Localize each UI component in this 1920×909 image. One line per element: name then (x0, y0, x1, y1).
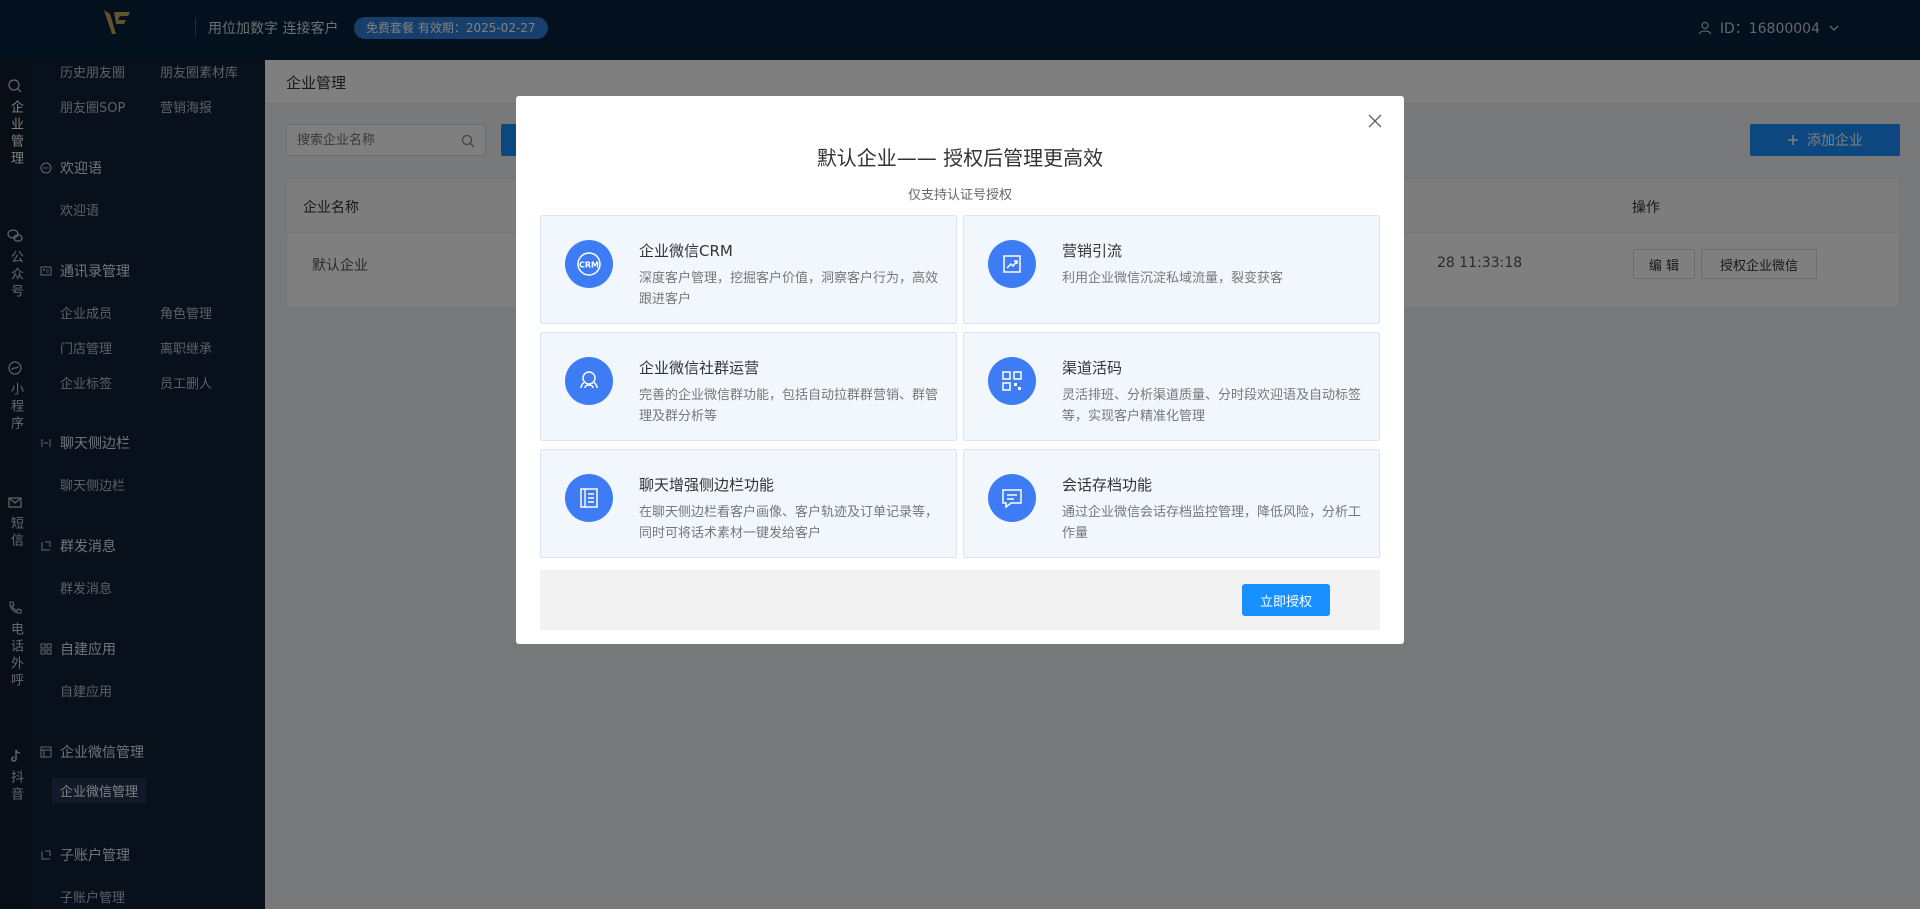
feature-card-crm: CRM 企业微信CRM 深度客户管理，挖掘客户价值，洞察客户行为，高效跟进客户 (540, 215, 957, 324)
feature-desc: 完善的企业微信群功能，包括自动拉群群营销、群管理及群分析等 (639, 388, 939, 424)
feature-title: 渠道活码 (1062, 359, 1123, 377)
feature-card-chat-archive: 会话存档功能 通过企业微信会话存档监控管理，降低风险，分析工作量 (963, 449, 1380, 558)
feature-title: 企业微信CRM (639, 242, 733, 260)
feature-desc: 通过企业微信会话存档监控管理，降低风险，分析工作量 (1062, 505, 1362, 541)
feature-card-channel-qrcode: 渠道活码 灵活排班、分析渠道质量、分时段欢迎语及自动标签等，实现客户精准化管理 (963, 332, 1380, 441)
community-icon (565, 357, 613, 405)
crm-icon-text: CRM (579, 261, 599, 270)
feature-title: 会话存档功能 (1062, 476, 1153, 494)
authorize-now-button[interactable]: 立即授权 (1242, 584, 1330, 616)
feature-card-community: 企业微信社群运营 完善的企业微信群功能，包括自动拉群群营销、群管理及群分析等 (540, 332, 957, 441)
close-icon[interactable] (1366, 112, 1384, 130)
chat-bubble-icon (988, 474, 1036, 522)
feature-desc: 深度客户管理，挖掘客户价值，洞察客户行为，高效跟进客户 (639, 271, 939, 307)
feature-desc: 利用企业微信沉淀私域流量，裂变获客 (1062, 271, 1284, 286)
crm-icon: CRM (565, 240, 613, 288)
modal-footer: 立即授权 (540, 570, 1380, 630)
qrcode-icon (988, 357, 1036, 405)
feature-desc: 灵活排班、分析渠道质量、分时段欢迎语及自动标签等，实现客户精准化管理 (1062, 388, 1362, 424)
feature-title: 营销引流 (1062, 242, 1123, 260)
authorize-modal: 默认企业—— 授权后管理更高效 仅支持认证号授权 CRM 企业微信CRM 深度客… (516, 96, 1404, 644)
feature-title: 聊天增强侧边栏功能 (639, 476, 775, 494)
feature-title: 企业微信社群运营 (639, 359, 760, 377)
modal-title: 默认企业—— 授权后管理更高效 (816, 146, 1104, 170)
feature-desc: 在聊天侧边栏看客户画像、客户轨迹及订单记录等，同时可将话术素材一键发给客户 (639, 505, 939, 541)
modal-subtitle: 仅支持认证号授权 (907, 188, 1012, 203)
book-icon (565, 474, 613, 522)
feature-card-chat-sidebar: 聊天增强侧边栏功能 在聊天侧边栏看客户画像、客户轨迹及订单记录等，同时可将话术素… (540, 449, 957, 558)
feature-card-marketing: 营销引流 利用企业微信沉淀私域流量，裂变获客 (963, 215, 1380, 324)
growth-chart-icon (988, 240, 1036, 288)
